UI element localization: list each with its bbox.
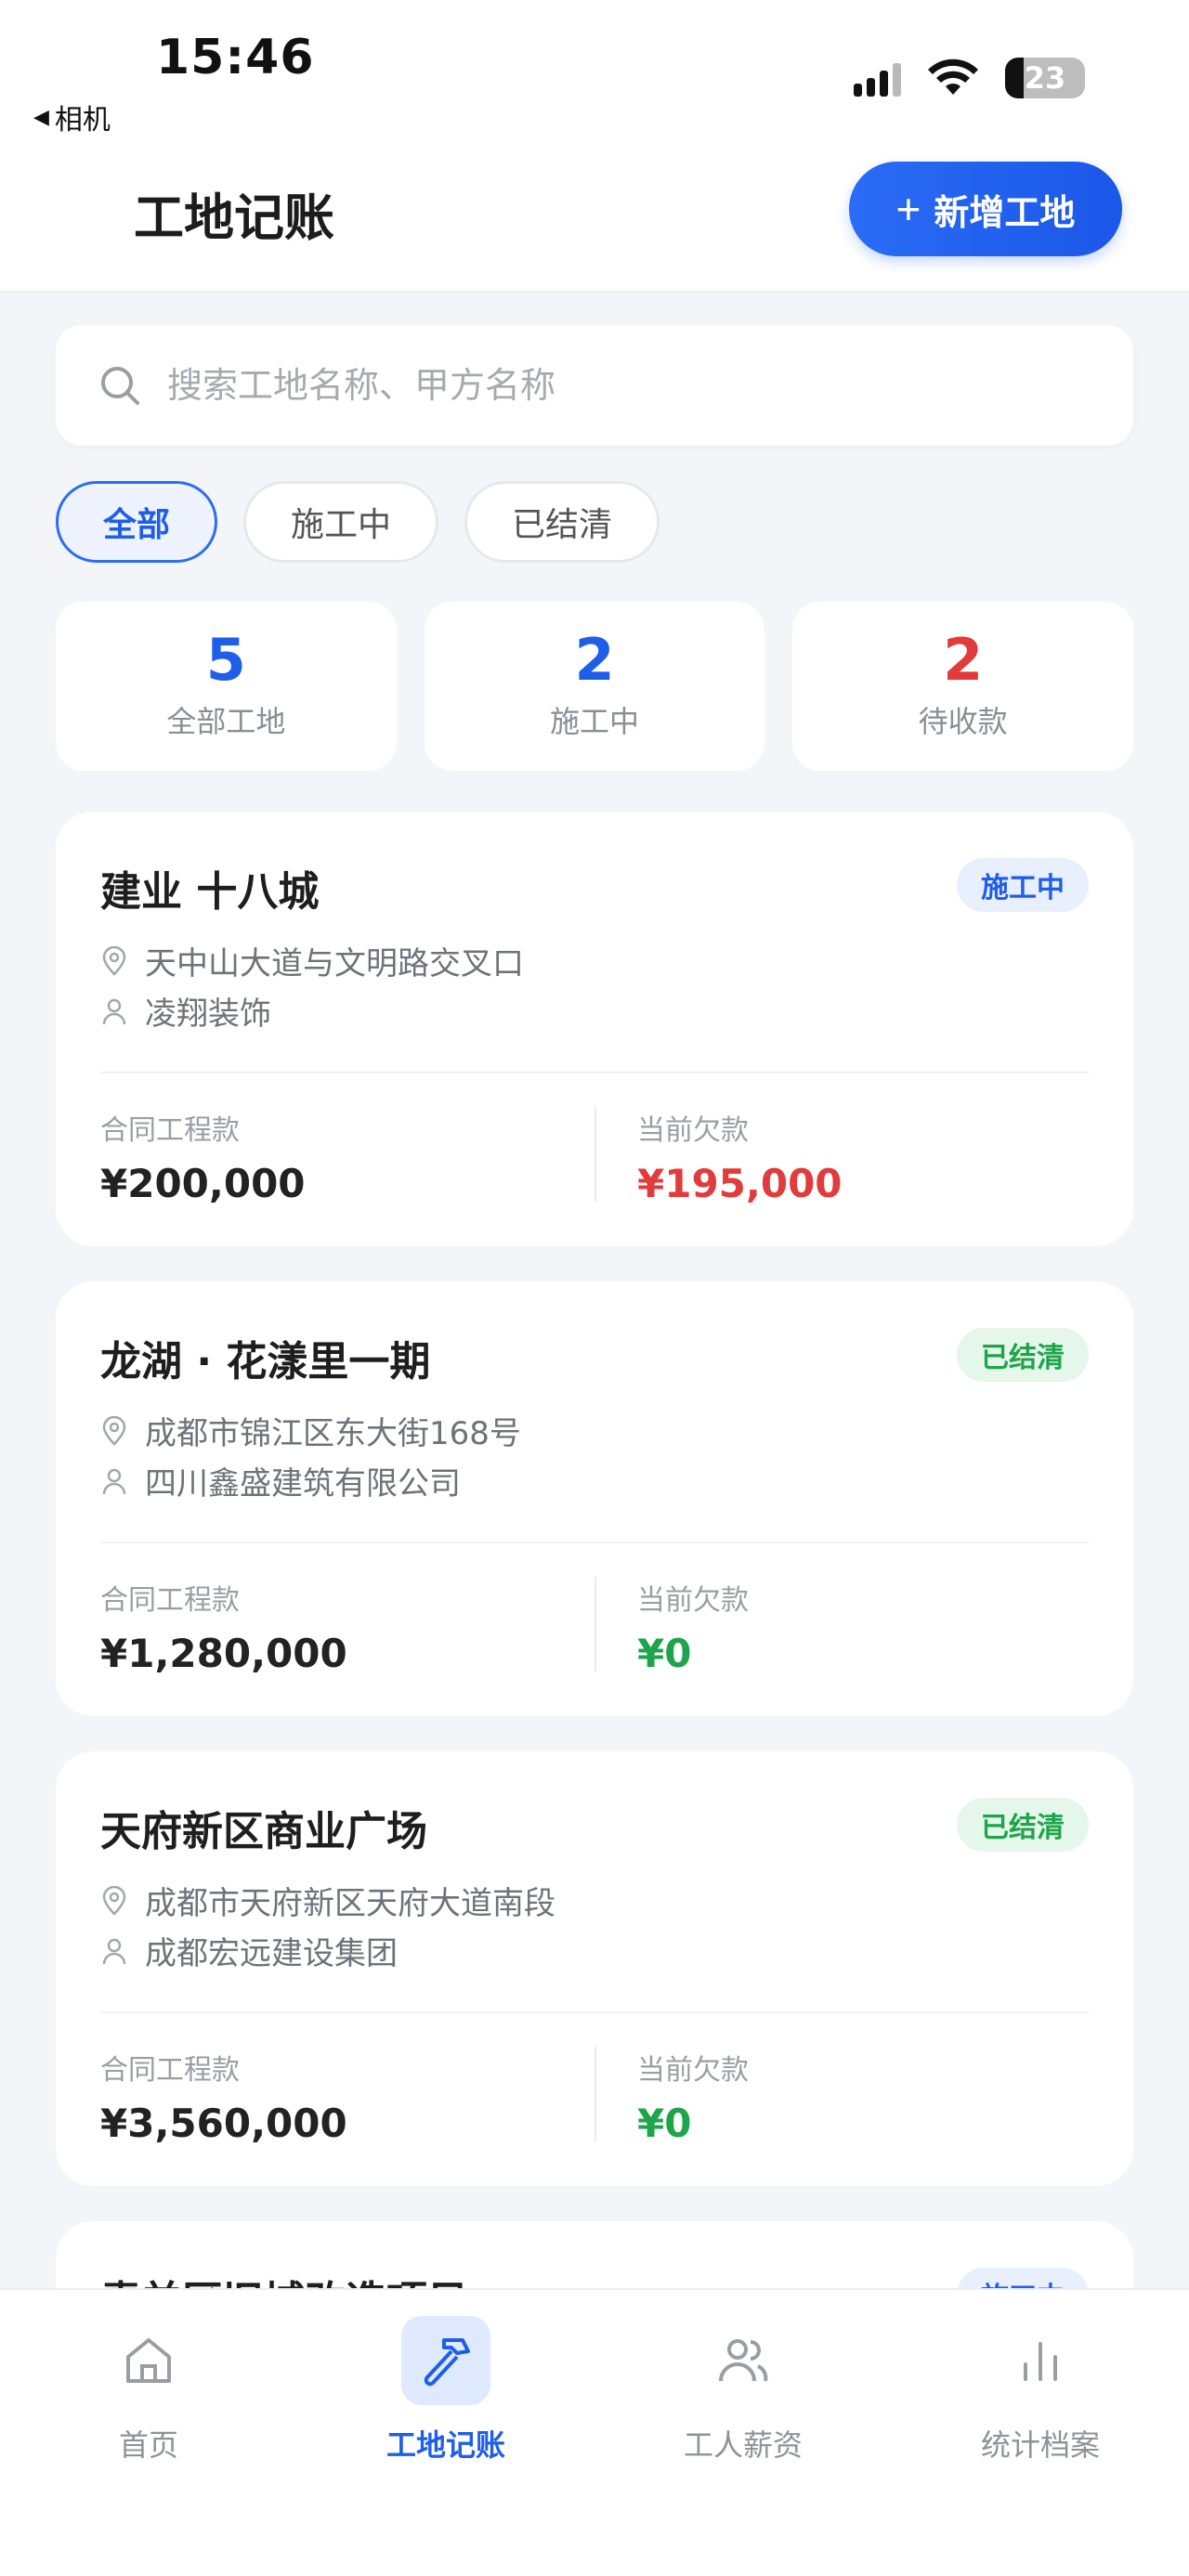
site-client: 四川鑫盛建筑有限公司 (100, 1458, 461, 1503)
tab-label: 首页 (118, 2427, 178, 2463)
site-client: 凌翔装饰 (100, 988, 271, 1034)
search-icon (101, 367, 139, 405)
contract-amount: ¥200,000 (100, 1161, 306, 1206)
battery-level: 23 (1024, 60, 1066, 96)
battery-icon: 23 (1005, 58, 1085, 98)
stat-label: 待收款 (918, 704, 1008, 739)
site-name: 龙湖 · 花漾里一期 (100, 1338, 431, 1386)
site-card[interactable]: 天府新区商业广场 已结清 成都市天府新区天府大道南段 成都宏远建设集团 合同工程… (56, 1751, 1133, 2186)
status-badge: 已结清 (957, 1328, 1089, 1382)
site-name: 建业 十八城 (100, 868, 320, 916)
stat-card-total[interactable]: 5 全部工地 (56, 602, 397, 771)
stat-label: 施工中 (550, 704, 640, 739)
location-pin-icon (102, 1885, 126, 1916)
tab-label: 工地记账 (385, 2427, 505, 2463)
card-divider (100, 1542, 1089, 1543)
contract-label: 合同工程款 (100, 1114, 240, 1147)
wifi-icon (928, 59, 978, 95)
address-text: 成都市天府新区天府大道南段 (145, 1885, 555, 1922)
person-icon (102, 998, 126, 1024)
debt-amount-block: 当前欠款 ¥0 (637, 2047, 749, 2146)
hammer-icon (401, 2316, 490, 2405)
site-card[interactable]: 龙湖 · 花漾里一期 已结清 成都市锦江区东大街168号 四川鑫盛建筑有限公司 … (56, 1281, 1133, 1716)
site-address: 成都市天府新区天府大道南段 (100, 1878, 555, 1923)
filter-chip-all[interactable]: 全部 (56, 481, 217, 563)
location-pin-icon (102, 945, 126, 976)
stat-card-in-progress[interactable]: 2 施工中 (424, 602, 765, 771)
debt-label: 当前欠款 (637, 2054, 749, 2087)
site-client: 成都宏远建设集团 (100, 1928, 398, 1973)
site-address: 天中山大道与文明路交叉口 (100, 938, 524, 983)
debt-amount: ¥195,000 (637, 1161, 843, 1206)
contract-amount-block: 合同工程款 ¥1,280,000 (100, 1577, 347, 1676)
tab-label: 统计档案 (980, 2427, 1100, 2463)
cellular-signal-icon (854, 59, 901, 97)
search-input[interactable] (167, 365, 1003, 406)
stat-value: 5 (205, 626, 246, 694)
bar-chart-icon (996, 2316, 1085, 2405)
person-icon (102, 1938, 126, 1964)
home-icon (104, 2316, 193, 2405)
status-badge: 施工中 (957, 858, 1089, 912)
filter-chip-in-progress[interactable]: 施工中 (243, 481, 438, 563)
site-address: 成都市锦江区东大街168号 (100, 1408, 521, 1453)
contract-label: 合同工程款 (100, 1584, 240, 1617)
status-badge: 已结清 (957, 1798, 1089, 1852)
contract-amount-block: 合同工程款 ¥3,560,000 (100, 2047, 347, 2146)
column-divider (594, 1107, 596, 1202)
client-text: 四川鑫盛建筑有限公司 (145, 1465, 461, 1503)
contract-amount-block: 合同工程款 ¥200,000 (100, 1107, 306, 1206)
contract-label: 合同工程款 (100, 2054, 240, 2087)
tab-statistics[interactable]: 统计档案 (929, 2316, 1152, 2465)
status-time: 15:46 (156, 30, 315, 85)
stat-label: 全部工地 (166, 704, 286, 739)
users-icon (699, 2316, 788, 2405)
debt-amount-block: 当前欠款 ¥195,000 (637, 1107, 843, 1206)
search-bar[interactable] (56, 325, 1133, 446)
tab-home[interactable]: 首页 (37, 2316, 260, 2465)
tab-worker-wages[interactable]: 工人薪资 (632, 2316, 855, 2465)
filter-chips: 全部 施工中 已结清 (56, 481, 660, 563)
client-text: 成都宏远建设集团 (145, 1935, 398, 1972)
tab-label: 工人薪资 (683, 2427, 803, 2463)
status-bar: 15:46 ◀ 相机 23 (0, 0, 1189, 149)
debt-amount: ¥0 (637, 1631, 692, 1676)
address-text: 成都市锦江区东大街168号 (145, 1415, 521, 1452)
back-app-label: 相机 (54, 104, 111, 137)
location-pin-icon (102, 1415, 126, 1446)
column-divider (594, 2047, 596, 2141)
debt-amount: ¥0 (637, 2101, 692, 2146)
stat-card-receivable[interactable]: 2 待收款 (792, 602, 1134, 771)
back-to-app-link[interactable]: ◀ 相机 (33, 97, 111, 137)
site-name: 天府新区商业广场 (100, 1808, 427, 1855)
back-triangle-icon: ◀ (33, 105, 49, 129)
add-site-button[interactable]: + 新增工地 (849, 162, 1122, 256)
card-divider (100, 1072, 1089, 1073)
column-divider (594, 1577, 596, 1672)
person-icon (102, 1468, 126, 1494)
contract-amount: ¥3,560,000 (100, 2101, 347, 2146)
stat-value: 2 (943, 626, 984, 694)
address-text: 天中山大道与文明路交叉口 (145, 945, 524, 982)
site-card[interactable]: 建业 十八城 施工中 天中山大道与文明路交叉口 凌翔装饰 合同工程款 ¥200,… (56, 812, 1133, 1246)
bottom-tab-bar: 首页 工地记账 工人薪资 统计档案 (0, 2288, 1189, 2576)
page-title: 工地记账 (134, 189, 334, 247)
stats-row: 5 全部工地 2 施工中 2 待收款 (56, 602, 1134, 771)
debt-label: 当前欠款 (637, 1584, 749, 1617)
contract-amount: ¥1,280,000 (100, 1631, 347, 1676)
stat-value: 2 (574, 626, 615, 694)
card-divider (100, 2011, 1089, 2013)
client-text: 凌翔装饰 (145, 995, 271, 1033)
filter-chip-settled[interactable]: 已结清 (464, 481, 660, 563)
app-header: 工地记账 + 新增工地 (0, 149, 1189, 293)
plus-icon: + (895, 185, 921, 233)
add-site-label: 新增工地 (934, 193, 1076, 233)
debt-amount-block: 当前欠款 ¥0 (637, 1577, 749, 1676)
debt-label: 当前欠款 (637, 1114, 749, 1147)
tab-site-ledger[interactable]: 工地记账 (334, 2316, 557, 2465)
